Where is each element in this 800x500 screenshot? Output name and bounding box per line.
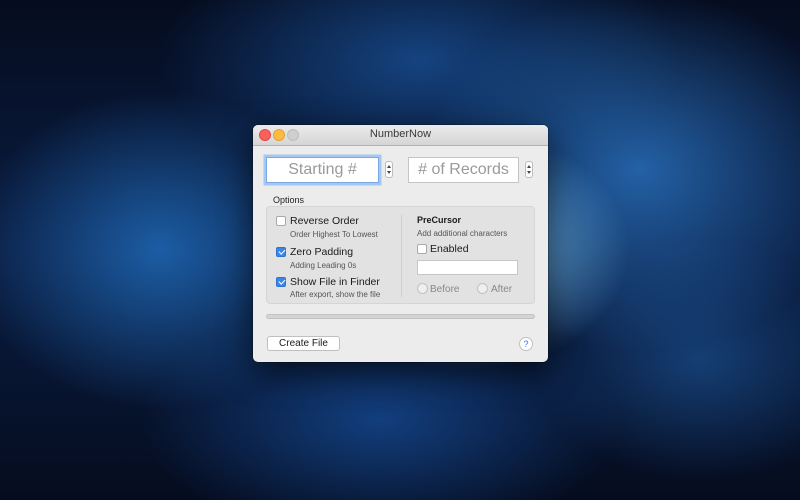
options-divider bbox=[401, 215, 402, 297]
show-in-finder-label: Show File in Finder bbox=[290, 276, 380, 288]
options-label: Options bbox=[273, 195, 305, 205]
starting-number-field[interactable]: Starting # bbox=[266, 157, 379, 183]
reverse-order-description: Order Highest To Lowest bbox=[290, 230, 378, 239]
stepper-up-icon[interactable] bbox=[527, 165, 531, 168]
zero-padding-description: Adding Leading 0s bbox=[290, 261, 357, 270]
help-button[interactable]: ? bbox=[519, 337, 533, 351]
zero-padding-label: Zero Padding bbox=[290, 246, 354, 258]
starting-number-stepper[interactable] bbox=[385, 161, 393, 178]
after-radio[interactable] bbox=[477, 283, 488, 294]
precursor-title: PreCursor bbox=[417, 215, 462, 225]
precursor-enabled-label: Enabled bbox=[430, 243, 469, 255]
records-count-stepper[interactable] bbox=[525, 161, 533, 178]
stepper-down-icon[interactable] bbox=[387, 171, 391, 174]
records-count-field[interactable]: # of Records bbox=[408, 157, 519, 183]
show-in-finder-description: After export, show the file bbox=[290, 290, 381, 299]
numbernow-window: NumberNow Starting # # of Records Option… bbox=[253, 125, 548, 362]
reverse-order-label: Reverse Order bbox=[290, 215, 359, 227]
stepper-up-icon[interactable] bbox=[387, 165, 391, 168]
before-radio-label: Before bbox=[430, 284, 460, 295]
window-title: NumberNow bbox=[369, 128, 432, 140]
zero-padding-checkbox[interactable] bbox=[276, 247, 286, 257]
progress-bar bbox=[266, 314, 535, 319]
precursor-text-input[interactable] bbox=[417, 260, 518, 275]
create-file-button[interactable]: Create File bbox=[267, 336, 340, 351]
show-in-finder-checkbox[interactable] bbox=[276, 277, 286, 287]
precursor-enabled-checkbox[interactable] bbox=[417, 244, 427, 254]
desktop: { "window": { "title": "NumberNow", "tra… bbox=[0, 0, 800, 500]
options-group: Reverse Order Order Highest To Lowest Ze… bbox=[266, 206, 535, 304]
after-radio-label: After bbox=[491, 284, 513, 295]
reverse-order-checkbox[interactable] bbox=[276, 216, 286, 226]
precursor-description: Add additional characters bbox=[417, 229, 508, 238]
title-bar: NumberNow bbox=[253, 125, 548, 146]
stepper-down-icon[interactable] bbox=[527, 171, 531, 174]
before-radio[interactable] bbox=[417, 283, 428, 294]
